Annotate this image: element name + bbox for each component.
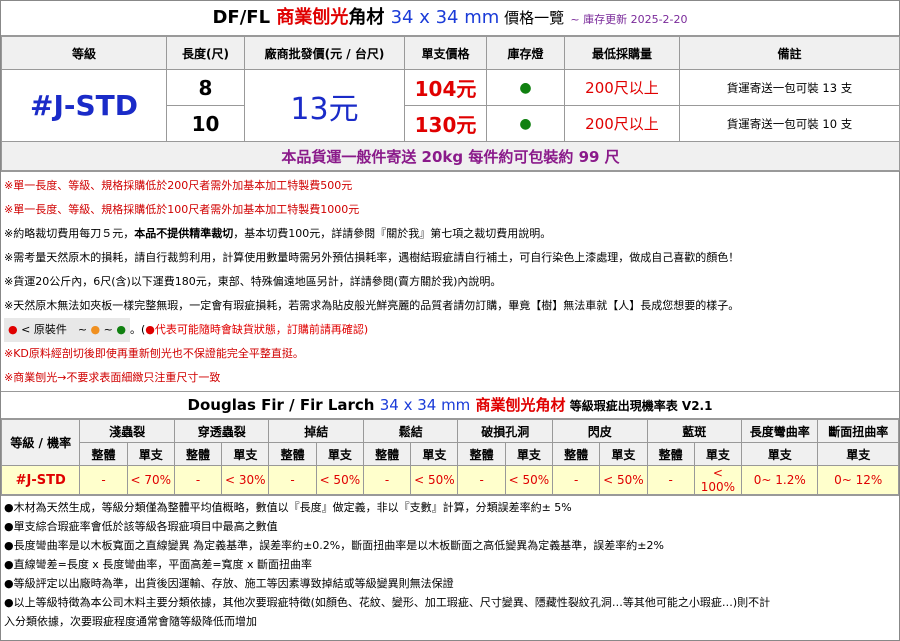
sub-header: 單支 bbox=[410, 442, 459, 466]
header-grade-rate: 等級 / 機率 bbox=[0, 419, 81, 466]
defect-note-line: ●直線彎差=長度 x 長度彎曲率，平面高差=寬度 x 斷面扭曲率 bbox=[4, 558, 313, 571]
update-date: ~ 庫存更新 2025-2-20 bbox=[570, 13, 688, 26]
group-header: 鬆結 bbox=[362, 419, 459, 443]
sub-header: 單支 bbox=[741, 442, 819, 466]
sub-header: 整體 bbox=[268, 442, 317, 466]
sub-header: 單支 bbox=[221, 442, 270, 466]
length-cell: 10 bbox=[166, 105, 245, 142]
group-header: 穿透蟲裂 bbox=[173, 419, 270, 443]
orange-dot-icon: ● bbox=[90, 323, 101, 336]
group-header: 掉結 bbox=[268, 419, 364, 443]
note-line: ※貨運20公斤內，6尺(含)以下運費180元，東部、特殊偏遠地區另計，詳請參閱(… bbox=[4, 275, 502, 288]
rate-cell: < 50% bbox=[315, 465, 364, 495]
table-row: #J-STD 8 13元 104元 ● 200尺以上 貨運寄送一包可裝 13 支 bbox=[1, 69, 900, 142]
price-table: 等級 長度(尺) 廠商批發價(元 / 台尺) 單支價格 庫存燈 最低採購量 備註… bbox=[1, 36, 900, 171]
rate-cell: - bbox=[457, 465, 506, 495]
note-line: ※單一長度、等級、規格採購低於200尺者需外加基本加工特製費500元 bbox=[4, 179, 353, 192]
rate-cell: 0~ 1.2% bbox=[741, 465, 819, 495]
defect-notes: ●木材為天然生成，等級分類僅為整體平均值概略，數值以『長度』做定義，非以『支數』… bbox=[1, 495, 899, 633]
rate-cell: < 100% bbox=[693, 465, 743, 495]
sub-header: 整體 bbox=[551, 442, 601, 466]
defect-section: Douglas Fir / Fir Larch 34 x 34 mm 商業刨光角… bbox=[0, 391, 899, 495]
group-header: 淺蟲裂 bbox=[79, 419, 175, 443]
rate-cell: < 50% bbox=[599, 465, 648, 495]
rate-cell: 0~ 12% bbox=[817, 465, 899, 495]
rate-cell: - bbox=[362, 465, 412, 495]
wholesale-price: 13元 bbox=[244, 69, 405, 142]
defect-note-line: ●單支綜合瑕疵率會低於該等級各瑕疵項目中最高之數值 bbox=[4, 520, 278, 533]
header-grade: 等級 bbox=[1, 36, 167, 70]
sub-header: 單支 bbox=[599, 442, 648, 466]
note-line: ※天然原木無法如夾板一樣完整無瑕，一定會有瑕疵損耗，若需求為貼皮般光鮮亮麗的品質… bbox=[4, 299, 740, 312]
group-header: 破損孔洞 bbox=[457, 419, 553, 443]
note-line: ※約略裁切費用每刀５元，本品不提供精準裁切，基本切費100元，詳請參閱『關於我』… bbox=[4, 227, 552, 240]
shipping-row: 本品貨運一般件寄送 20kg 每件約可包裝約 99 尺 bbox=[1, 141, 900, 171]
defect-header-row: 等級 / 機率 淺蟲裂 穿透蟲裂 掉結 鬆結 破損孔洞 閃皮 藍斑 長度彎曲率 … bbox=[0, 419, 899, 466]
green-dot-icon: ● bbox=[116, 323, 126, 336]
page-title: DF/FL 商業刨光角材 34 x 34 mm 價格一覽 ~ 庫存更新 2025… bbox=[1, 1, 899, 36]
row-note: 貨運寄送一包可裝 10 支 bbox=[679, 105, 900, 142]
length-cell: 8 bbox=[166, 69, 245, 106]
sub-header: 整體 bbox=[457, 442, 506, 466]
rate-cell: < 70% bbox=[126, 465, 175, 495]
header-wholesale: 廠商批發價(元 / 台尺) bbox=[244, 36, 405, 70]
unit-price: 130元 bbox=[404, 105, 487, 142]
defect-note-line: 入分類依據，次要瑕疵程度通常會隨等級降低而增加 bbox=[4, 615, 257, 628]
group-header: 斷面扭曲率 bbox=[817, 419, 899, 443]
sub-header: 單支 bbox=[126, 442, 175, 466]
rate-cell: - bbox=[551, 465, 601, 495]
unit-price: 104元 bbox=[404, 69, 487, 106]
defect-note-line: ●木材為天然生成，等級分類僅為整體平均值概略，數值以『長度』做定義，非以『支數』… bbox=[4, 501, 572, 514]
group-header: 藍斑 bbox=[646, 419, 743, 443]
sub-header: 整體 bbox=[646, 442, 695, 466]
note-line: ※商業刨光→不要求表面細緻只注重尺寸一致 bbox=[4, 371, 221, 384]
stock-legend: ● < 原裝件 ~ ● ~ ● bbox=[4, 318, 130, 342]
rate-cell: - bbox=[646, 465, 695, 495]
defect-note-line: ●等級評定以出廠時為準，出貨後因運輸、存放、施工等因素導致掉結或等級變異則無法保… bbox=[4, 577, 454, 590]
rate-cell: < 30% bbox=[221, 465, 270, 495]
rate-cell: < 50% bbox=[410, 465, 459, 495]
defect-note-line: ●長度彎曲率是以木板寬面之直線變異 為定義基準，誤差率約±0.2%，斷面扭曲率是… bbox=[4, 539, 664, 552]
note-line: ※KD原料經剖切後即使再重新刨光也不保證能完全平整直挺。 bbox=[4, 347, 304, 360]
row-note: 貨運寄送一包可裝 13 支 bbox=[679, 69, 900, 106]
sub-header: 整體 bbox=[79, 442, 128, 466]
red-dot-icon: ● bbox=[145, 323, 155, 336]
header-min-qty: 最低採購量 bbox=[564, 36, 680, 70]
stock-light-icon: ● bbox=[486, 69, 565, 106]
rate-cell: < 50% bbox=[504, 465, 554, 495]
notes-section: ※單一長度、等級、規格採購低於200尺者需外加基本加工特製費500元 ※單一長度… bbox=[1, 171, 899, 391]
price-page: DF/FL 商業刨光角材 34 x 34 mm 價格一覽 ~ 庫存更新 2025… bbox=[0, 0, 900, 641]
header-length: 長度(尺) bbox=[166, 36, 245, 70]
price-table-header: 等級 長度(尺) 廠商批發價(元 / 台尺) 單支價格 庫存燈 最低採購量 備註 bbox=[1, 36, 900, 70]
shipping-note: 本品貨運一般件寄送 20kg 每件約可包裝約 99 尺 bbox=[1, 141, 900, 171]
grade-cell: #J-STD bbox=[1, 69, 167, 142]
defect-note-line: ●以上等級特徵為本公司木料主要分類依據，其他次要瑕疵特徵(如顏色、花紋、變形、加… bbox=[4, 596, 771, 609]
rate-cell: - bbox=[173, 465, 223, 495]
sub-header: 整體 bbox=[173, 442, 223, 466]
header-stock: 庫存燈 bbox=[486, 36, 565, 70]
group-header: 閃皮 bbox=[552, 419, 648, 443]
group-header: 長度彎曲率 bbox=[741, 419, 819, 443]
min-qty: 200尺以上 bbox=[564, 105, 680, 142]
red-dot-icon: ● bbox=[8, 323, 18, 336]
note-line: ※需考量天然原木的損耗，請自行裁剪利用，計算使用數量時需另外預估損耗率，遇樹結瑕… bbox=[4, 251, 740, 264]
stock-light-icon: ● bbox=[486, 105, 565, 142]
rate-cell: - bbox=[79, 465, 128, 495]
defect-table-title: Douglas Fir / Fir Larch 34 x 34 mm 商業刨光角… bbox=[1, 392, 899, 419]
sub-header: 單支 bbox=[504, 442, 554, 466]
sub-header: 單支 bbox=[817, 442, 899, 466]
header-note: 備註 bbox=[679, 36, 900, 70]
defect-subheader-row: 整體 單支 整體 單支 整體 單支 整體 單支 整體 單支 整體 單支 整體 單支 單支 單支 bbox=[2, 442, 899, 466]
defect-grade-cell: #J-STD bbox=[0, 465, 81, 495]
sub-header: 整體 bbox=[362, 442, 412, 466]
note-line: ※單一長度、等級、規格採購低於100尺者需外加基本加工特製費1000元 bbox=[4, 203, 360, 216]
sub-header: 單支 bbox=[693, 442, 743, 466]
rate-cell: - bbox=[268, 465, 317, 495]
header-unit-price: 單支價格 bbox=[404, 36, 487, 70]
sub-header: 單支 bbox=[315, 442, 364, 466]
min-qty: 200尺以上 bbox=[564, 69, 680, 106]
legend-line: ● < 原裝件 ~ ● ~ ● 。(●代表可能隨時會缺貨狀態，訂購前請再確認) bbox=[4, 318, 896, 342]
defect-table: 等級 / 機率 淺蟲裂 穿透蟲裂 掉結 鬆結 破損孔洞 閃皮 藍斑 長度彎曲率 … bbox=[0, 419, 899, 495]
table-row: #J-STD - < 70% - < 30% - < 50% - < 50% -… bbox=[0, 465, 899, 495]
